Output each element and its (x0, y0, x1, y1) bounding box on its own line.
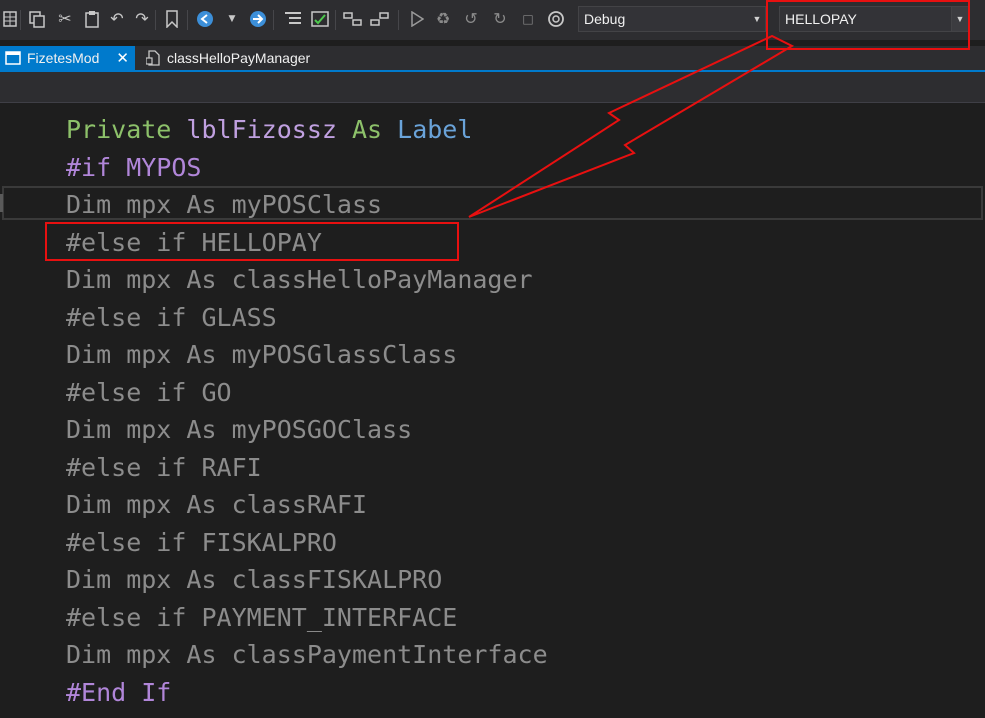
code-token: #else if RAFI (66, 452, 262, 482)
cut-icon[interactable]: ✂ (55, 9, 75, 29)
code-line[interactable]: Dim mpx As myPOSClass (66, 190, 382, 220)
tab-fizetesmod[interactable]: FizetesMod ✕ (0, 46, 135, 70)
code-token: #End If (66, 677, 172, 707)
stop-icon[interactable]: □ (518, 9, 538, 29)
code-token: Dim mpx As classRAFI (66, 490, 368, 519)
code-token: Dim mpx As classHelloPayManager (66, 265, 533, 294)
code-line[interactable]: Dim mpx As classPaymentInterface (66, 640, 548, 670)
close-icon[interactable]: ✕ (116, 49, 129, 67)
bookmark-icon[interactable] (162, 9, 182, 29)
form-icon (5, 50, 21, 66)
navigate-dropdown-icon[interactable]: ▼ (222, 9, 242, 29)
code-token: Dim mpx As myPOSGlassClass (66, 340, 458, 369)
paste-icon[interactable] (82, 9, 102, 29)
copy-icon[interactable] (27, 9, 47, 29)
toolbar-separator (187, 10, 188, 30)
grid-icon[interactable] (0, 9, 20, 29)
solution-configuration-value: Debug (584, 11, 626, 27)
code-token: Dim mpx As classPaymentInterface (66, 640, 548, 669)
code-line[interactable]: #End If (66, 678, 171, 708)
outdent-icon[interactable] (343, 9, 363, 29)
code-line[interactable]: #else if GO (66, 378, 232, 408)
toolbar-separator (20, 10, 21, 30)
code-line[interactable]: Dim mpx As classRAFI (66, 490, 367, 520)
code-line[interactable]: #else if PAYMENT_INTERFACE (66, 603, 457, 633)
annotation-highlight-code-line (45, 222, 459, 261)
navigation-bar (0, 72, 985, 103)
undo-icon[interactable]: ↶ (107, 9, 127, 29)
toolbar-separator (155, 10, 156, 30)
navigate-back-icon[interactable] (195, 9, 215, 29)
code-line[interactable]: Private lblFizossz As Label (66, 115, 472, 145)
code-token: #else if GLASS (66, 302, 277, 332)
code-token: Private (66, 115, 172, 144)
tab-label: classHelloPayManager (167, 50, 311, 66)
code-token: As (351, 115, 383, 144)
code-token: Dim mpx As myPOSClass (66, 190, 383, 219)
current-line-marker (0, 194, 3, 212)
code-line[interactable]: Dim mpx As myPOSGOClass (66, 415, 412, 445)
step-into-icon[interactable]: ↺ (461, 9, 481, 29)
annotation-highlight-dropdown (766, 0, 970, 50)
start-icon[interactable] (407, 9, 427, 29)
code-line[interactable]: #else if GLASS (66, 303, 277, 333)
code-line[interactable]: #else if FISKALPRO (66, 528, 337, 558)
code-token: lblFizossz (171, 115, 352, 144)
restart-icon[interactable] (546, 9, 566, 29)
toolbar-separator (398, 10, 399, 30)
tab-classhellopaymanager[interactable]: classHelloPayManager (140, 46, 330, 70)
toolbar-separator (335, 10, 336, 30)
comment-icon[interactable] (283, 9, 303, 29)
code-token: Label (397, 115, 473, 144)
code-token: Dim mpx As myPOSGOClass (66, 415, 413, 444)
solution-configuration-dropdown[interactable]: Debug ▼ (578, 6, 766, 32)
visual-studio-window: ✂ ↶ ↷ ▼ ♻ ↺ ↻ □ Debug ▼ HELLOPAY ▼ Fizet… (0, 0, 985, 718)
code-line[interactable]: #else if RAFI (66, 453, 262, 483)
navigate-forward-icon[interactable] (248, 9, 268, 29)
step-over-icon[interactable]: ♻ (433, 9, 453, 29)
code-line[interactable]: Dim mpx As classFISKALPRO (66, 565, 442, 595)
code-token: Dim mpx As classFISKALPRO (66, 565, 443, 594)
code-token: #else if FISKALPRO (66, 527, 337, 557)
step-out-icon[interactable]: ↻ (490, 9, 510, 29)
code-token: #else if PAYMENT_INTERFACE (66, 602, 458, 632)
uncomment-icon[interactable] (310, 9, 330, 29)
tab-label: FizetesMod (27, 50, 100, 66)
class-file-icon (145, 50, 161, 66)
code-line[interactable]: #if MYPOS (66, 153, 201, 183)
chevron-down-icon[interactable]: ▼ (749, 7, 765, 31)
code-line[interactable]: Dim mpx As myPOSGlassClass (66, 340, 457, 370)
redo-icon[interactable]: ↷ (132, 9, 152, 29)
indent-icon[interactable] (370, 9, 390, 29)
code-editor[interactable]: Private lblFizossz As Label #if MYPOS Dim … (0, 103, 985, 718)
toolbar-separator (273, 10, 274, 30)
code-line[interactable]: Dim mpx As classHelloPayManager (66, 265, 533, 295)
code-token: #else if GO (66, 377, 232, 407)
code-token: #if MYPOS (66, 152, 202, 182)
